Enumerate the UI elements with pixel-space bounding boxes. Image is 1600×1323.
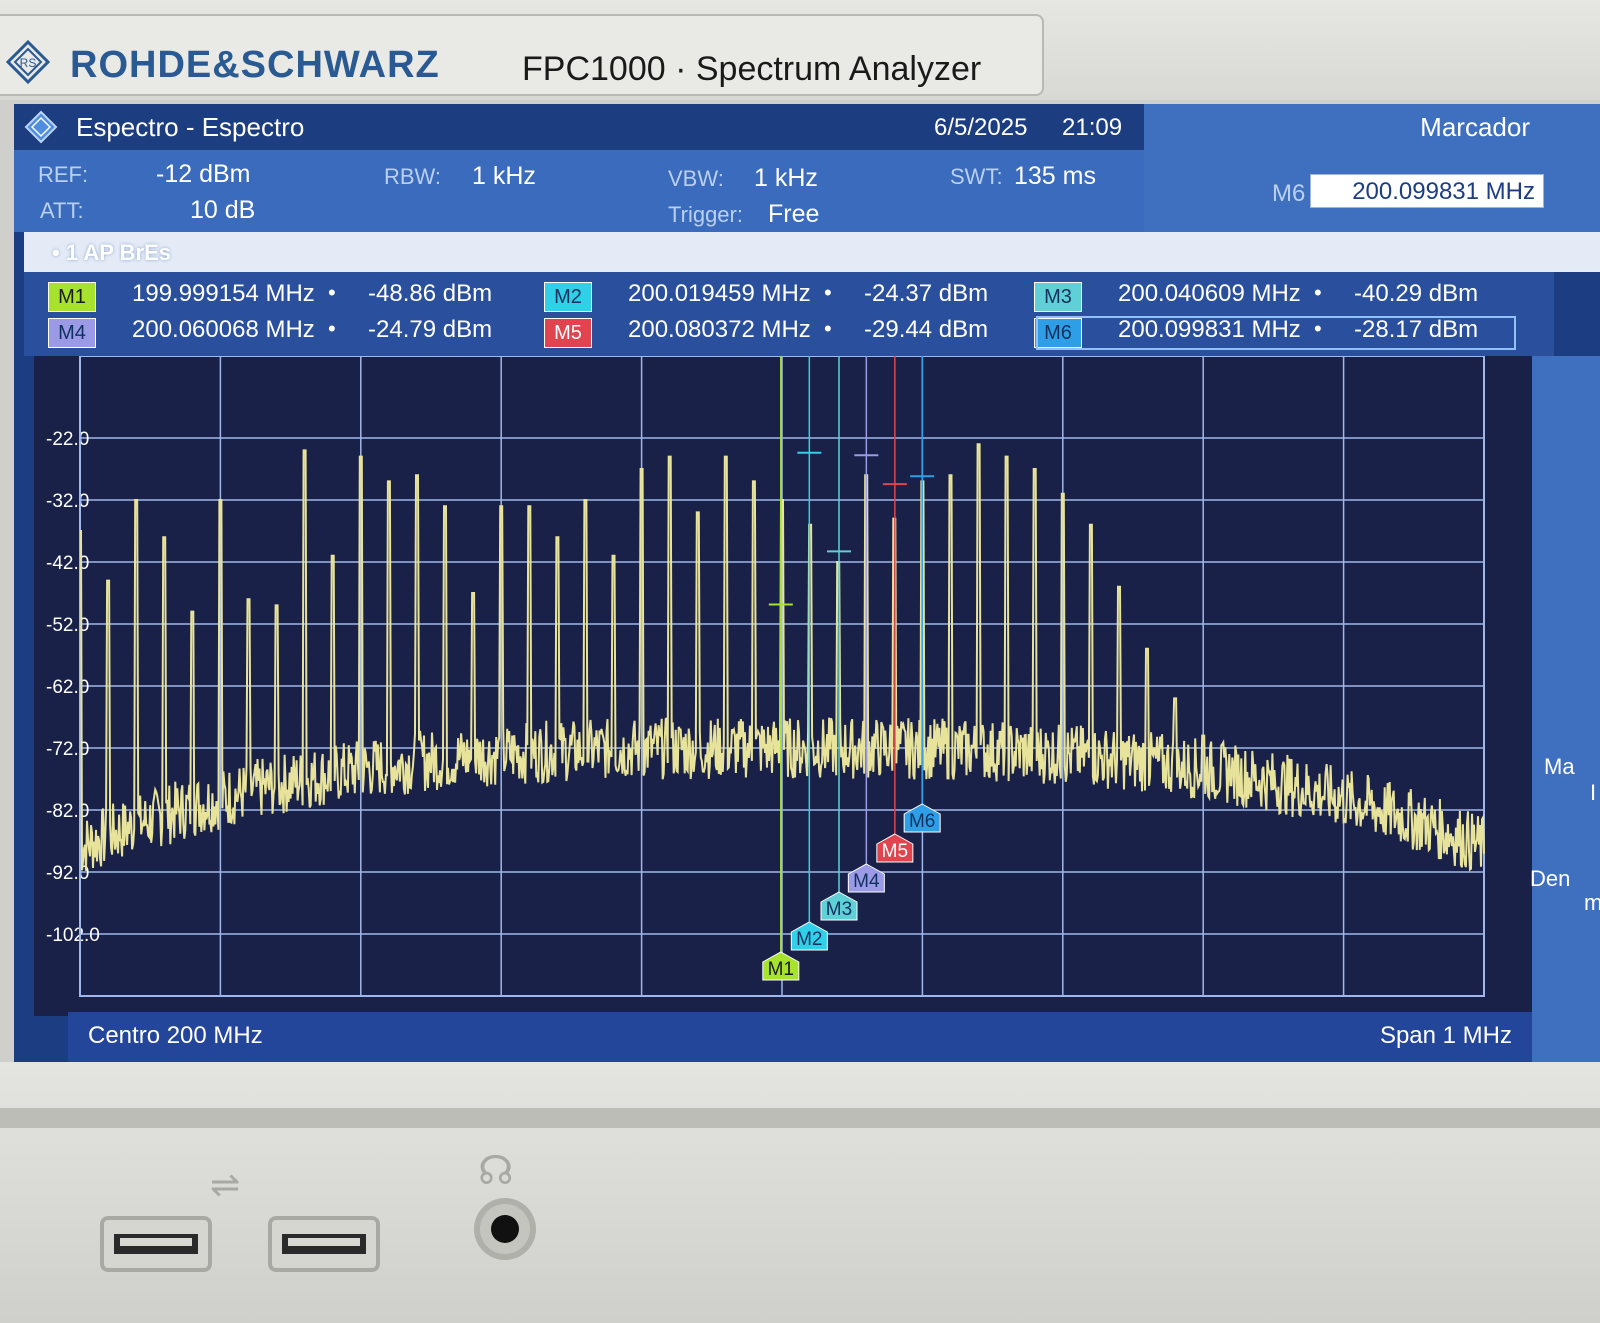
marker-tag-label-m6: M6: [909, 811, 935, 832]
date-display: 6/5/2025: [934, 114, 1028, 141]
marker-level-m1: -48.86 dBm: [368, 280, 493, 307]
softkey-marker[interactable]: Ma: [1544, 754, 1575, 780]
selected-marker-highlight: [1036, 316, 1516, 350]
marker-level-m2: -24.37 dBm: [864, 280, 989, 307]
marker-frequency-m1: 199.999154 MHz: [132, 280, 315, 307]
ref-value[interactable]: -12 dBm: [156, 160, 250, 189]
marker-frequency-m2: 200.019459 MHz: [628, 280, 811, 307]
time-display: 21:09: [1062, 114, 1123, 141]
marker-input-label: M6: [1272, 180, 1306, 207]
swt-value[interactable]: 135 ms: [1014, 162, 1096, 191]
softkey-demod[interactable]: Den: [1530, 866, 1570, 892]
marker-panel-title: Marcador: [1420, 112, 1530, 142]
softkey-demod-sub: m: [1584, 890, 1600, 915]
bezel-lip: [0, 1108, 1600, 1128]
trigger-label: Trigger:: [668, 202, 743, 227]
y-tick-label: -52.0: [46, 615, 89, 636]
y-tick-label: -22.0: [46, 429, 89, 450]
svg-text:RS: RS: [20, 56, 37, 70]
marker-badge-m5[interactable]: M5: [544, 318, 592, 348]
marker-tag-label-m4: M4: [853, 871, 880, 892]
rbw-label: RBW:: [384, 164, 442, 189]
brand-plate: RS ROHDE&SCHWARZ FPC1000 · Spectrum Anal…: [0, 14, 1044, 96]
title-bar: Espectro - Espectro 6/5/2025 21:09: [14, 104, 1144, 150]
rbw-value[interactable]: 1 kHz: [472, 162, 536, 191]
usb-port-2[interactable]: [268, 1216, 380, 1272]
analyzer-screen: Espectro - Espectro 6/5/2025 21:09 Marca…: [14, 104, 1600, 1062]
marker-tag-label-m1: M1: [768, 959, 794, 980]
trigger-value[interactable]: Free: [768, 200, 819, 229]
marker-separator-dot: •: [328, 280, 336, 305]
trace-label[interactable]: • 1 AP BrEs: [52, 240, 171, 266]
swt-label: SWT:: [950, 164, 1003, 189]
vbw-value[interactable]: 1 kHz: [754, 164, 818, 193]
span-value[interactable]: Span 1 MHz: [1380, 1022, 1512, 1050]
marker-frequency-m4: 200.060068 MHz: [132, 316, 315, 343]
rohde-schwarz-logo-icon: RS: [6, 40, 50, 84]
marker-separator-dot: •: [824, 280, 832, 305]
marker-separator-dot: •: [328, 316, 336, 341]
mode-title[interactable]: Espectro - Espectro: [76, 112, 304, 143]
y-tick-label: -72.0: [46, 739, 89, 760]
softkey-marker-sub: I: [1590, 780, 1597, 805]
softkey-rail: Ma I Den m: [1530, 356, 1600, 1062]
headphone-icon: ☊: [478, 1149, 514, 1193]
headphone-jack[interactable]: [474, 1198, 536, 1260]
marker-separator-dot: •: [824, 316, 832, 341]
ref-label: REF:: [38, 162, 89, 187]
marker-tag-label-m5: M5: [882, 841, 908, 862]
marker-separator-dot: •: [1314, 280, 1322, 305]
marker-tag-label-m3: M3: [826, 899, 852, 920]
rs-app-icon[interactable]: [24, 110, 58, 144]
usb-icon: ⇌: [210, 1164, 241, 1205]
marker-frequency-m5: 200.080372 MHz: [628, 316, 811, 343]
trace-info-bar: • 1 AP BrEs: [24, 232, 1600, 272]
plot-footer: Centro 200 MHz Span 1 MHz: [68, 1012, 1532, 1062]
brand-name: ROHDE&SCHWARZ: [70, 44, 440, 86]
marker-badge-m4[interactable]: M4: [48, 318, 96, 348]
marker-tag-label-m2: M2: [796, 929, 822, 950]
marker-panel-header: Marcador: [1144, 104, 1600, 150]
marker-level-m4: -24.79 dBm: [368, 316, 493, 343]
usb-port-1[interactable]: [100, 1216, 212, 1272]
center-frequency[interactable]: Centro 200 MHz: [88, 1022, 263, 1050]
att-label: ATT:: [40, 198, 84, 223]
marker-badge-m3[interactable]: M3: [1034, 282, 1082, 312]
marker-frequency-m3: 200.040609 MHz: [1118, 280, 1301, 307]
model-name: FPC1000 · Spectrum Analyzer: [522, 50, 982, 88]
marker-level-m3: -40.29 dBm: [1354, 280, 1479, 307]
marker-frequency-input[interactable]: 200.099831 MHz: [1310, 174, 1544, 208]
y-tick-label: -102.0: [46, 925, 100, 946]
y-tick-label: -32.0: [46, 491, 89, 512]
att-value[interactable]: 10 dB: [190, 196, 255, 225]
spectrum-plot[interactable]: -22.0-32.0-42.0-52.0-62.0-72.0-82.0-92.0…: [34, 356, 1532, 1016]
y-tick-label: -62.0: [46, 677, 89, 698]
parameter-bar: REF: -12 dBm ATT: 10 dB RBW: 1 kHz VBW: …: [14, 150, 1144, 232]
marker-badge-m2[interactable]: M2: [544, 282, 592, 312]
y-tick-label: -42.0: [46, 553, 89, 574]
vbw-label: VBW:: [668, 166, 724, 191]
marker-level-m5: -29.44 dBm: [864, 316, 989, 343]
marker-badge-m1[interactable]: M1: [48, 282, 96, 312]
marker-table: M1 199.999154 MHz • -48.86 dBm M2 200.019459 …: [24, 272, 1554, 356]
